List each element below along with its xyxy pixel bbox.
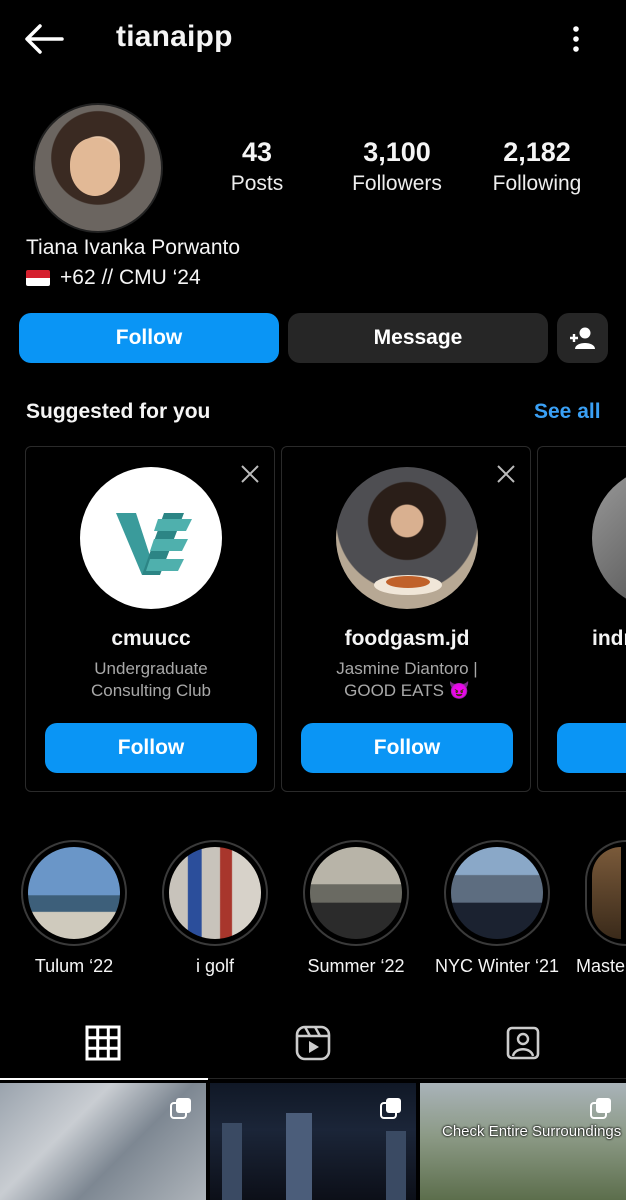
cmuucc-avatar[interactable] bbox=[80, 467, 222, 609]
following-count: 2,182 bbox=[503, 137, 571, 167]
highlight-tulum[interactable] bbox=[21, 840, 127, 946]
highlight-label: NYC Winter ‘21 bbox=[434, 956, 560, 976]
suggested-card-partial[interactable]: indr bbox=[537, 446, 626, 792]
post-caption-overlay: Check Entire Surroundings bbox=[442, 1123, 622, 1140]
dismiss-close-icon[interactable] bbox=[495, 463, 517, 485]
suggested-card-foodgasm[interactable]: foodgasm.jd Jasmine Diantoro | GOOD EATS… bbox=[281, 446, 531, 792]
card-follow-button[interactable] bbox=[557, 723, 626, 773]
dismiss-close-icon[interactable] bbox=[239, 463, 261, 485]
highlight-thumbnail bbox=[592, 847, 621, 939]
card-subtitle-line1: Jasmine Diantoro | bbox=[336, 659, 478, 678]
add-person-button[interactable] bbox=[557, 313, 608, 363]
food-plate-icon bbox=[374, 575, 442, 595]
card-username[interactable]: indr bbox=[592, 627, 626, 651]
posts-label: Posts bbox=[230, 172, 284, 195]
highlight-thumbnail bbox=[310, 847, 402, 939]
more-options-icon[interactable] bbox=[566, 24, 586, 54]
posts-stat[interactable]: 43 Posts bbox=[197, 137, 317, 196]
post-thumbnail[interactable] bbox=[210, 1083, 416, 1200]
highlight-label: Maste bbox=[576, 956, 626, 976]
profile-full-name: Tiana Ivanka Porwanto bbox=[26, 236, 241, 259]
followers-stat[interactable]: 3,100 Followers bbox=[337, 137, 457, 196]
reels-icon[interactable] bbox=[295, 1025, 331, 1061]
followers-count: 3,100 bbox=[363, 137, 431, 167]
following-stat[interactable]: 2,182 Following bbox=[477, 137, 597, 196]
foodgasm-avatar[interactable] bbox=[336, 467, 478, 609]
bio-text: +62 // CMU ‘24 bbox=[60, 266, 201, 289]
multiple-photos-icon bbox=[170, 1098, 191, 1119]
post-thumbnail[interactable] bbox=[0, 1083, 206, 1200]
card-username[interactable]: foodgasm.jd bbox=[282, 627, 530, 651]
grid-icon[interactable] bbox=[85, 1025, 121, 1061]
card-subtitle-line2: Consulting Club bbox=[90, 681, 211, 700]
following-label: Following bbox=[492, 172, 582, 195]
posts-count: 43 bbox=[241, 137, 273, 167]
followers-label: Followers bbox=[352, 172, 442, 195]
highlight-thumbnail bbox=[28, 847, 120, 939]
back-arrow-icon[interactable] bbox=[24, 22, 64, 56]
see-all-link[interactable]: See all bbox=[534, 400, 601, 424]
card-subtitle-line2: GOOD EATS 😈 bbox=[344, 681, 470, 700]
avatar-face bbox=[70, 138, 120, 196]
multiple-photos-icon bbox=[380, 1098, 401, 1119]
post-thumbnail[interactable]: Check Entire Surroundings bbox=[420, 1083, 626, 1200]
card-follow-button[interactable]: Follow bbox=[45, 723, 257, 773]
card-subtitle-line1: Undergraduate bbox=[94, 659, 208, 678]
building-shape bbox=[222, 1123, 242, 1200]
highlight-label: Tulum ‘22 bbox=[34, 956, 114, 976]
card-follow-button[interactable]: Follow bbox=[301, 723, 513, 773]
indonesia-flag-icon bbox=[26, 270, 50, 286]
highlight-thumbnail bbox=[451, 847, 543, 939]
add-person-icon bbox=[569, 327, 595, 349]
highlight-nyc[interactable] bbox=[444, 840, 550, 946]
profile-bio: +62 // CMU ‘24 bbox=[26, 266, 201, 290]
tagged-icon[interactable] bbox=[505, 1025, 541, 1061]
building-shape bbox=[286, 1113, 312, 1200]
highlight-summer[interactable] bbox=[303, 840, 409, 946]
follow-button[interactable]: Follow bbox=[19, 313, 279, 363]
highlight-golf[interactable] bbox=[162, 840, 268, 946]
suggested-title: Suggested for you bbox=[26, 400, 211, 423]
multiple-photos-icon bbox=[590, 1098, 611, 1119]
profile-username: tianaipp bbox=[116, 20, 233, 53]
cmuucc-logo-icon bbox=[116, 513, 192, 575]
message-button[interactable]: Message bbox=[288, 313, 548, 363]
highlight-thumbnail bbox=[169, 847, 261, 939]
active-tab-indicator bbox=[0, 1078, 208, 1080]
partial-card-avatar[interactable] bbox=[592, 467, 626, 609]
highlight-label: Summer ‘22 bbox=[307, 956, 405, 976]
building-shape bbox=[386, 1131, 406, 1200]
highlight-partial[interactable] bbox=[585, 840, 626, 946]
highlight-label: i golf bbox=[195, 956, 235, 976]
card-username[interactable]: cmuucc bbox=[26, 627, 274, 651]
suggested-card-cmuucc[interactable]: cmuucc Undergraduate Consulting Club Fol… bbox=[25, 446, 275, 792]
